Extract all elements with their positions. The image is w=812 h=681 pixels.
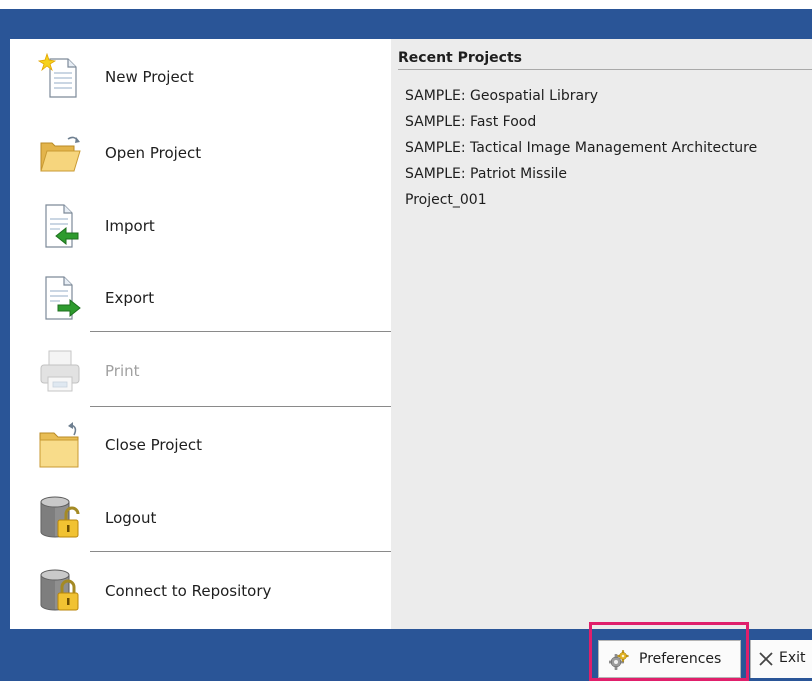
printer-icon bbox=[40, 350, 80, 392]
close-folder-icon bbox=[39, 422, 79, 468]
close-project-item[interactable]: Close Project bbox=[10, 415, 391, 475]
recent-project-item[interactable]: SAMPLE: Patriot Missile bbox=[391, 161, 812, 187]
logout-item[interactable]: Logout bbox=[10, 488, 391, 548]
logout-label: Logout bbox=[105, 509, 157, 527]
open-project-item[interactable]: Open Project bbox=[10, 123, 391, 183]
recent-project-item[interactable]: SAMPLE: Geospatial Library bbox=[391, 83, 812, 109]
close-icon bbox=[759, 652, 773, 666]
new-project-label: New Project bbox=[105, 68, 194, 86]
exit-button[interactable]: Exit bbox=[750, 640, 812, 678]
export-label: Export bbox=[105, 289, 155, 307]
heading-divider bbox=[398, 69, 812, 70]
title-bar bbox=[0, 9, 812, 39]
unlocked-database-icon bbox=[40, 496, 80, 538]
recent-project-item[interactable]: SAMPLE: Tactical Image Management Archit… bbox=[391, 135, 812, 161]
import-icon bbox=[45, 204, 79, 248]
new-project-item[interactable]: New Project bbox=[10, 47, 391, 107]
export-item[interactable]: Export bbox=[10, 268, 391, 328]
recent-projects-panel: Recent Projects SAMPLE: Geospatial Libra… bbox=[391, 39, 812, 629]
menu-separator bbox=[90, 406, 395, 407]
recent-projects-heading: Recent Projects bbox=[398, 50, 523, 66]
backstage-window: New Project Open Project Import Export P… bbox=[0, 0, 812, 681]
menu-separator bbox=[90, 331, 395, 332]
recent-project-item[interactable]: Project_001 bbox=[391, 187, 812, 213]
new-document-icon bbox=[38, 53, 77, 98]
menu-separator bbox=[90, 551, 395, 552]
connect-repository-item[interactable]: Connect to Repository bbox=[10, 561, 391, 621]
open-folder-icon bbox=[40, 136, 81, 172]
preferences-label: Preferences bbox=[639, 651, 722, 667]
open-project-label: Open Project bbox=[105, 144, 202, 162]
close-project-label: Close Project bbox=[105, 436, 202, 454]
recent-project-item[interactable]: SAMPLE: Fast Food bbox=[391, 109, 812, 135]
exit-label: Exit bbox=[779, 650, 806, 666]
connect-repository-label: Connect to Repository bbox=[105, 582, 272, 600]
preferences-button[interactable]: Preferences bbox=[598, 640, 741, 678]
print-label: Print bbox=[105, 362, 140, 380]
locked-database-icon bbox=[40, 569, 79, 611]
recent-projects-list: SAMPLE: Geospatial Library SAMPLE: Fast … bbox=[391, 83, 812, 213]
import-label: Import bbox=[105, 217, 155, 235]
print-item[interactable]: Print bbox=[10, 341, 391, 401]
export-icon bbox=[45, 276, 81, 320]
gear-icon bbox=[609, 650, 629, 670]
frame-left-edge bbox=[0, 39, 10, 629]
file-menu: New Project Open Project Import Export P… bbox=[10, 39, 395, 629]
import-item[interactable]: Import bbox=[10, 196, 391, 256]
